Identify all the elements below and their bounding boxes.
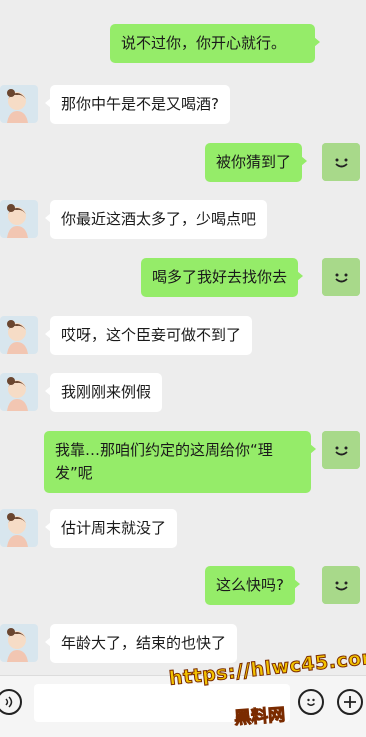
message-bubble-incoming[interactable]: 年龄大了，结束的也快了 (44, 624, 238, 663)
message-bubble-outgoing[interactable]: 说不过你，你开心就行。 (110, 24, 320, 63)
chat-area: 说不过你，你开心就行。 那你中午是不是又喝酒? 被你猜到了 你最近这酒太多了，少 (0, 0, 366, 675)
contact-avatar[interactable] (0, 624, 38, 662)
self-avatar[interactable] (322, 431, 360, 469)
self-avatar[interactable] (322, 566, 360, 604)
voice-icon[interactable] (0, 689, 22, 715)
message-bubble-incoming[interactable]: 我刚刚来例假 (44, 373, 163, 412)
contact-avatar[interactable] (0, 509, 38, 547)
emoji-icon[interactable] (298, 689, 324, 715)
message-bubble-outgoing[interactable]: 被你猜到了 (205, 143, 308, 182)
contact-avatar[interactable] (0, 373, 38, 411)
message-bubble-incoming[interactable]: 你最近这酒太多了，少喝点吧 (44, 200, 268, 239)
self-avatar[interactable] (322, 258, 360, 296)
message-input[interactable] (34, 684, 290, 722)
plus-icon[interactable] (337, 689, 363, 715)
message-bubble-outgoing[interactable]: 喝多了我好去找你去 (141, 258, 304, 297)
message-bubble-outgoing[interactable]: 这么快吗? (205, 566, 300, 605)
message-bubble-incoming[interactable]: 那你中午是不是又喝酒? (45, 85, 230, 124)
self-avatar[interactable] (322, 143, 360, 181)
contact-avatar[interactable] (0, 85, 38, 123)
contact-avatar[interactable] (0, 200, 38, 238)
message-bubble-outgoing[interactable]: 我靠…那咱们约定的这周给你“理发”呢 (44, 431, 316, 493)
message-bubble-incoming[interactable]: 估计周末就没了 (44, 509, 178, 548)
input-toolbar (0, 675, 366, 737)
contact-avatar[interactable] (0, 316, 38, 354)
message-bubble-incoming[interactable]: 哎呀，这个臣妾可做不到了 (44, 316, 253, 355)
